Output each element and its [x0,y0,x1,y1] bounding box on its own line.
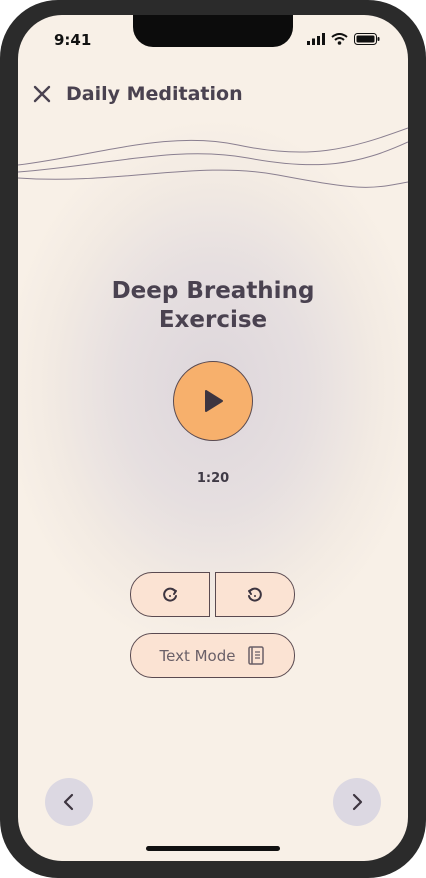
header: Daily Meditation [32,83,243,105]
wifi-icon [331,33,348,45]
battery-icon [354,33,380,45]
elapsed-time: 1:20 [196,471,230,486]
play-button[interactable] [173,361,253,441]
session-title: Deep Breathing Exercise [18,277,408,335]
signal-icon [307,33,325,45]
replay-icon [248,587,262,602]
home-indicator[interactable] [146,846,280,851]
rewind-button[interactable] [130,572,210,617]
book-icon [248,645,265,665]
app-screen: 9:41 Daily Meditation Deep Breathing Exe… [18,15,408,861]
replay-button[interactable] [215,572,295,617]
close-icon [33,85,51,103]
close-button[interactable] [32,84,52,104]
phone-frame: 9:41 Daily Meditation Deep Breathing Exe… [0,0,426,878]
chevron-right-icon [352,793,363,811]
notch [133,15,293,47]
next-button[interactable] [333,778,381,826]
play-icon [205,390,223,412]
text-mode-button[interactable]: Text Mode [130,633,295,678]
status-time: 9:41 [54,31,92,49]
session-title-line2: Exercise [158,307,268,333]
text-mode-label: Text Mode [159,646,236,665]
rewind-icon [163,587,177,602]
previous-button[interactable] [45,778,93,826]
session-title-line1: Deep Breathing [111,278,315,304]
page-title: Daily Meditation [66,83,243,105]
chevron-left-icon [63,793,74,811]
decorative-waves [18,127,408,188]
status-icons [307,33,380,45]
